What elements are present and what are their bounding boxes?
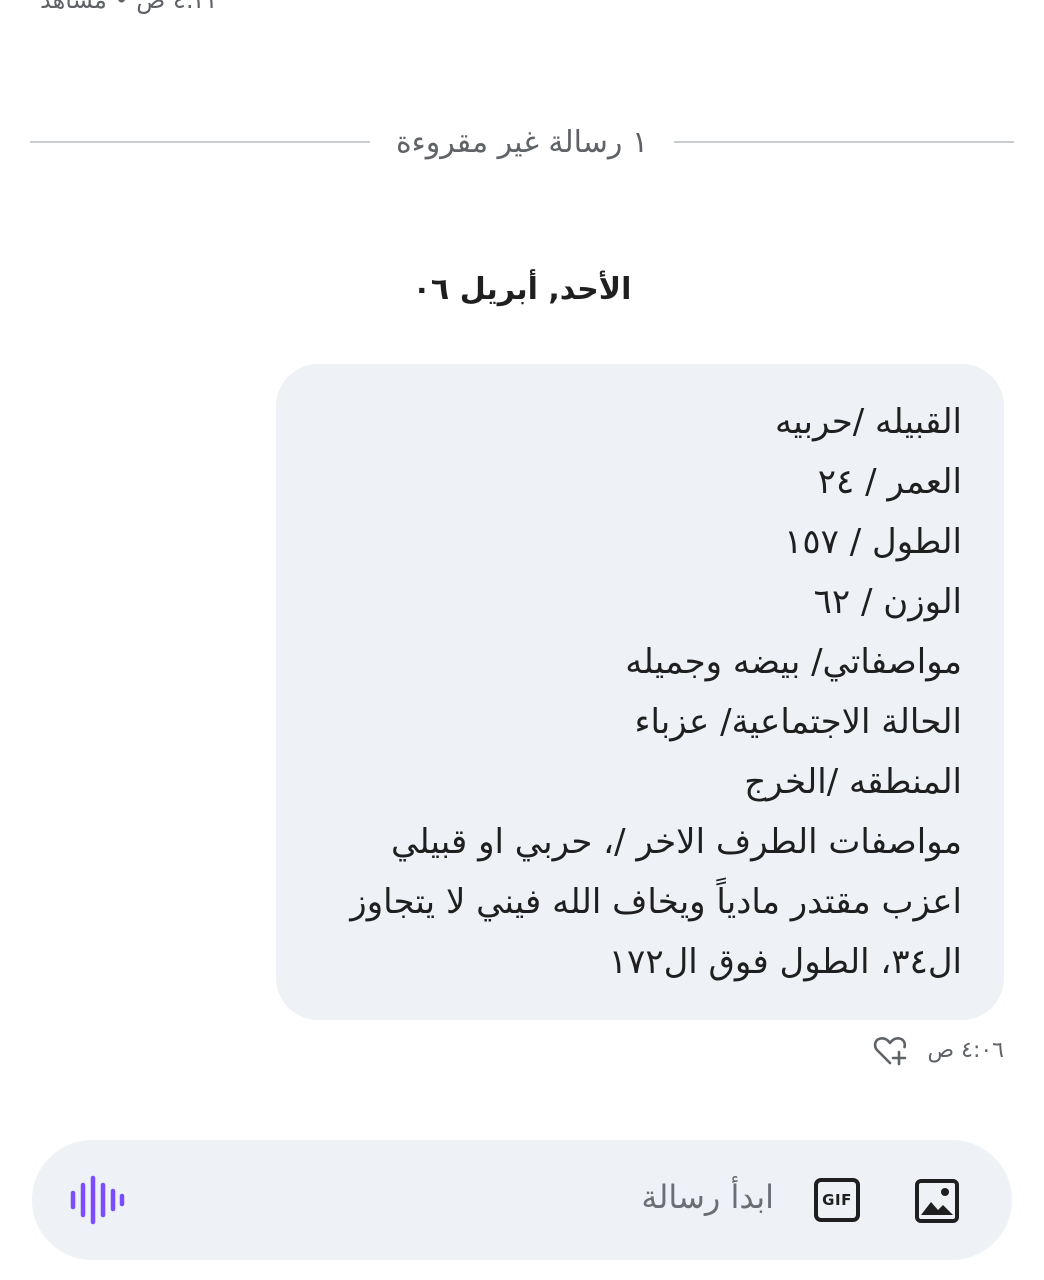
message-input[interactable]: ابدأ رسالة <box>641 1178 774 1216</box>
divider-line-right <box>674 141 1015 143</box>
message-line: العمر / ٢٤ <box>817 462 962 502</box>
add-reaction-heart-icon[interactable] <box>870 1030 910 1070</box>
message-line: ال٣٤، الطول فوق ال١٧٢ <box>608 942 962 982</box>
message-composer: ابدأ رسالة GIF <box>32 1140 1012 1260</box>
message-line: مواصفاتي/ بيضه وجميله <box>625 642 962 682</box>
message-line: القبيله /حربيه <box>775 402 962 442</box>
date-header: الأحد, أبريل ٠٦ <box>412 272 632 307</box>
message-meta: ٤:٠٦ ص <box>870 1030 1004 1070</box>
message-line: الطول / ١٥٧ <box>784 522 962 562</box>
message-bubble[interactable]: القبيله /حربيه العمر / ٢٤ الطول / ١٥٧ ال… <box>276 364 1004 1020</box>
message-line: المنطقه /الخرج <box>744 762 962 802</box>
voice-waveform-icon[interactable] <box>68 1174 126 1226</box>
divider-line-left <box>30 141 370 143</box>
message-line: اعزب مقتدر مادياً ويخاف الله فيني لا يتج… <box>350 882 962 922</box>
previous-message-status: ٤:٢٢ ص • مشاهد <box>40 0 220 14</box>
message-timestamp: ٤:٠٦ ص <box>927 1037 1004 1063</box>
gif-icon[interactable]: GIF <box>814 1178 860 1222</box>
unread-divider-label: ١ رسالة غير مقروءة <box>395 124 649 160</box>
message-line: مواصفات الطرف الاخر /، حربي او قبيلي <box>390 822 962 862</box>
message-line: الوزن / ٦٢ <box>813 582 962 622</box>
image-icon[interactable] <box>914 1178 960 1224</box>
unread-divider: ١ رسالة غير مقروءة <box>30 112 1015 172</box>
message-line: الحالة الاجتماعية/ عزباء <box>634 702 962 742</box>
conversation-screen: ٤:٢٢ ص • مشاهد ١ رسالة غير مقروءة الأحد,… <box>0 0 1044 1280</box>
